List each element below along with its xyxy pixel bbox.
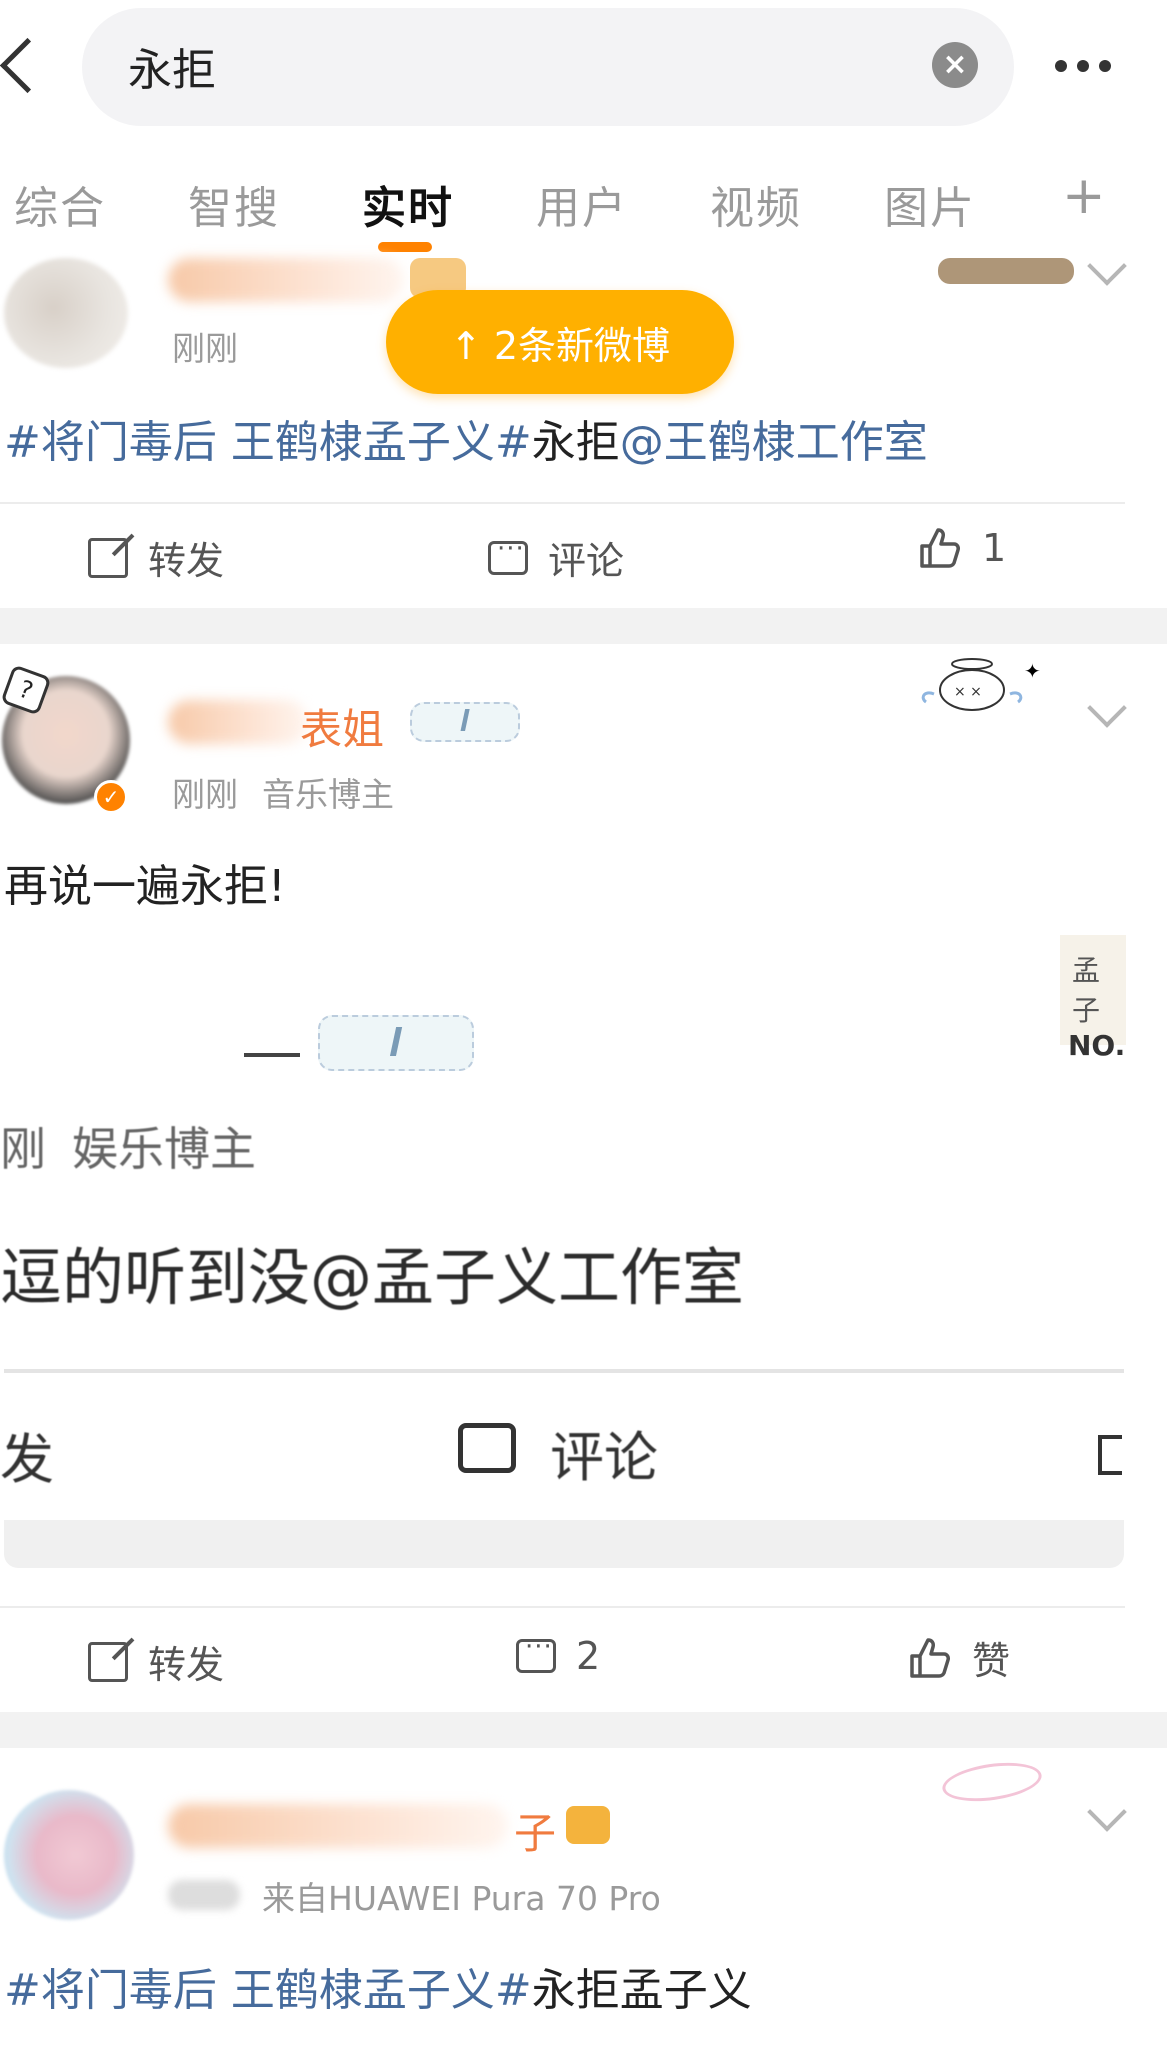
embed-like-icon	[1098, 1435, 1122, 1475]
divider	[0, 502, 1125, 504]
halo-decoration-icon	[939, 1757, 1045, 1807]
tab-add-button[interactable]: +	[1062, 166, 1108, 226]
post-source: 来自HUAWEI Pura 70 Pro	[262, 1879, 661, 1918]
post-separator	[0, 1712, 1167, 1748]
tab-smart-search[interactable]: 智搜	[188, 172, 280, 236]
new-posts-label: ↑ 2条新微博	[449, 323, 671, 368]
thumbs-up-icon	[920, 528, 960, 568]
new-posts-banner[interactable]: ↑ 2条新微博	[386, 290, 734, 394]
username-blurred[interactable]	[168, 258, 404, 302]
tab-images[interactable]: 图片	[884, 172, 976, 236]
crown-badge-icon	[566, 1806, 610, 1844]
post-time: 刚刚	[172, 329, 238, 368]
like-button[interactable]: 赞	[908, 1630, 1010, 1685]
topic-link[interactable]: #将门毒后 王鹤棣孟子义#	[4, 417, 532, 468]
comment-button[interactable]: 评论	[488, 530, 624, 585]
svg-text:× ×: × ×	[954, 684, 982, 700]
comment-count: 2	[576, 1634, 601, 1678]
topic-link[interactable]: #将门毒后 王鹤棣孟子义#	[4, 1965, 532, 2016]
tab-videos[interactable]: 视频	[710, 172, 802, 236]
post-text: 永拒孟子义	[531, 1965, 752, 2016]
embed-badge-icon: 𝑰	[318, 1015, 474, 1071]
embed-side-number: NO.	[1068, 1029, 1126, 1062]
mention-link[interactable]: @王鹤棣工作室	[620, 417, 928, 468]
chevron-down-icon[interactable]	[1087, 246, 1127, 286]
embed-divider	[4, 1369, 1124, 1373]
post-separator	[0, 608, 1167, 644]
verified-badge-icon: ✓	[94, 780, 128, 814]
embed-name-fragment	[244, 1027, 300, 1057]
clear-search-icon[interactable]: ×	[932, 42, 978, 88]
repost-label: 转发	[148, 539, 225, 583]
repost-button[interactable]: 转发	[88, 1634, 224, 1689]
chevron-down-icon[interactable]	[1087, 1792, 1127, 1832]
avatar[interactable]	[4, 258, 128, 368]
back-button[interactable]	[0, 28, 50, 108]
post-text: 永拒	[531, 417, 620, 468]
repost-button[interactable]: 转发	[88, 530, 224, 585]
like-count: 1	[982, 526, 1007, 570]
embed-comment-icon	[458, 1423, 516, 1473]
divider	[0, 1606, 1125, 1608]
share-icon	[88, 1641, 128, 1682]
post-body: #将门毒后 王鹤棣孟子义#永拒@王鹤棣工作室	[4, 406, 928, 470]
username-visible[interactable]: 表姐	[300, 696, 384, 757]
like-button[interactable]: 1	[918, 526, 1006, 570]
post-body: #将门毒后 王鹤棣孟子义#永拒孟子义	[4, 1954, 752, 2018]
tab-users[interactable]: 用户	[536, 172, 628, 236]
chevron-down-icon[interactable]	[1087, 688, 1127, 728]
embed-side-card: 孟子 NO.	[1060, 935, 1126, 1062]
embed-footer-band	[4, 1520, 1124, 1568]
post-time: 刚刚	[172, 775, 238, 814]
comment-icon	[516, 1632, 556, 1673]
username-visible[interactable]: 子	[514, 1800, 556, 1861]
avatar[interactable]	[4, 1790, 134, 1920]
embed-text: 逗的听到没@孟子义工作室	[0, 1241, 745, 1314]
user-tag: 音乐博主	[262, 775, 394, 814]
tab-realtime[interactable]: 实时	[362, 172, 454, 236]
comment-button[interactable]: 2	[516, 1632, 601, 1678]
repost-label: 转发	[148, 1643, 225, 1687]
decoration-icon	[938, 258, 1074, 284]
fan-badge-icon: 𝑰	[410, 702, 520, 742]
embed-tag: 娱乐博主	[72, 1122, 256, 1176]
embed-time: 刚	[0, 1122, 46, 1176]
embed-repost-label: 发	[0, 1428, 54, 1491]
tab-comprehensive[interactable]: 综合	[14, 172, 106, 236]
comment-icon	[488, 534, 528, 575]
svg-text:✦: ✦	[1024, 659, 1041, 683]
username-blurred[interactable]	[168, 1804, 508, 1848]
thumbs-up-icon	[910, 1637, 950, 1678]
embedded-image[interactable]: 孟子 NO. 𝑰 刚 娱乐博主 逗的听到没@孟子义工作室 发 评论	[0, 935, 1126, 1565]
search-input[interactable]	[82, 8, 1014, 126]
comment-label: 评论	[548, 539, 625, 583]
search-query[interactable]: 永拒	[128, 34, 216, 98]
tab-active-indicator	[378, 242, 432, 252]
angel-sticker-icon: × × ✦	[912, 654, 1042, 714]
like-label: 赞	[972, 1639, 1011, 1683]
post-time-blurred	[168, 1880, 240, 1910]
share-icon	[88, 537, 128, 578]
post-text: 再说一遍永拒!	[4, 861, 286, 912]
embed-side-label: 孟子	[1072, 954, 1101, 1027]
username-blurred[interactable]	[168, 700, 308, 744]
more-options-icon[interactable]	[1055, 40, 1155, 90]
embed-comment-label: 评论	[550, 1426, 658, 1489]
